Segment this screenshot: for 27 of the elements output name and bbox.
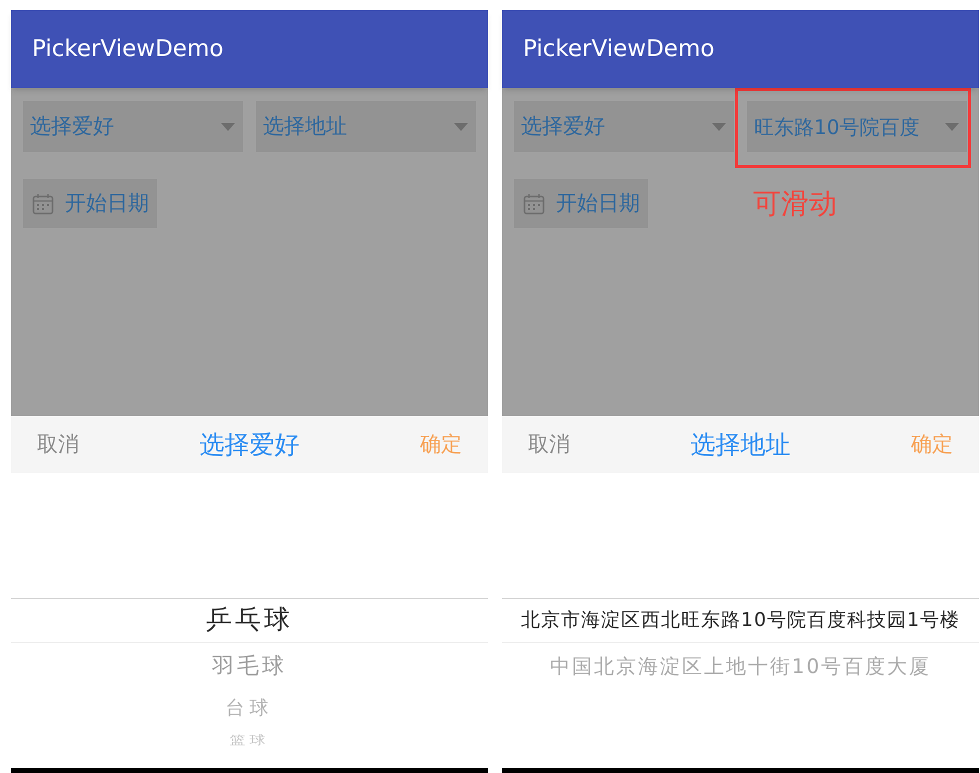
dropdown[interactable]: 选择爱好 — [23, 101, 243, 152]
wheel-option[interactable]: 台球 — [226, 694, 274, 722]
date-button[interactable]: 开始日期 — [23, 179, 157, 228]
confirm-button[interactable]: 确定 — [420, 428, 462, 460]
wheel-option[interactable]: 北京市海淀区西北旺东路10号院百度科技园1号楼 — [520, 606, 960, 635]
wheel-option[interactable]: 羽毛球 — [212, 650, 287, 682]
app-title: PickerViewDemo — [32, 34, 224, 64]
app-title: PickerViewDemo — [523, 34, 714, 64]
wheel-option[interactable]: 篮球 — [230, 731, 270, 749]
dropdown-caret-icon — [221, 122, 235, 130]
dropdown-caret-icon — [712, 122, 726, 130]
wheel-option[interactable]: 中国北京海淀区上地十街10号百度大厦 — [550, 651, 932, 681]
dropdown-caret-icon — [454, 122, 468, 130]
annotation-text: 可滑动 — [753, 186, 837, 222]
picker-title: 选择爱好 — [200, 428, 300, 461]
dropdown[interactable]: 选择地址 — [256, 101, 476, 152]
cancel-button[interactable]: 取消 — [528, 428, 570, 460]
cancel-button[interactable]: 取消 — [37, 428, 79, 460]
calendar-icon — [32, 192, 54, 214]
confirm-button[interactable]: 确定 — [911, 428, 953, 460]
dropdown[interactable]: 选择爱好 — [514, 101, 734, 152]
wheel-option[interactable]: 乒乓球 — [206, 601, 293, 640]
date-button[interactable]: 开始日期 — [514, 179, 648, 228]
calendar-icon — [523, 192, 545, 214]
dropdown-caret-icon — [945, 122, 959, 130]
picker-title: 选择地址 — [690, 428, 790, 461]
dropdown[interactable]: 旺东路10号院百度 — [747, 101, 967, 152]
